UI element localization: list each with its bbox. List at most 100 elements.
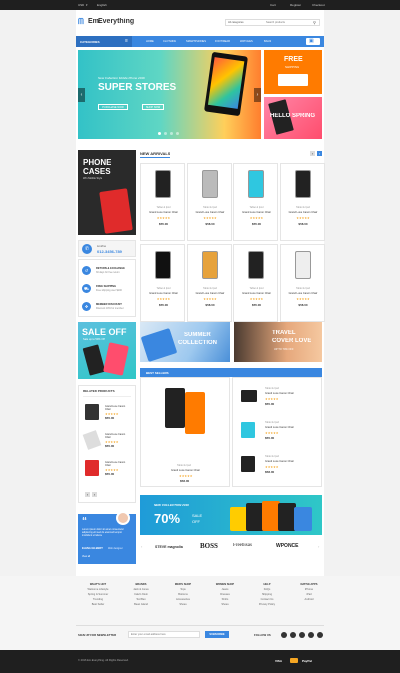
googleplus-icon[interactable] [299,632,305,638]
brand-logo[interactable]: BOSS [200,542,218,550]
travel-title2: COVER LOVE [272,338,312,344]
instagram-icon[interactable] [317,632,323,638]
footer-link[interactable]: Shoes [205,602,245,607]
facebook-icon[interactable] [281,632,287,638]
footer-column: HELP FAQs Shipping Contact Us Privacy Policy [247,582,287,607]
footer-link[interactable]: Shoes [163,602,203,607]
product-category: Tablet & Ipod [203,206,217,209]
brand-logo[interactable]: WPONCE [276,543,299,549]
phone-cases-banner[interactable]: PHONE CASES Win Mobile Style [78,150,136,235]
product-name[interactable]: Grand Luxe Canon Chair [105,461,131,467]
brands-prev-arrow[interactable]: ‹ [141,544,142,549]
shop-now-button[interactable]: SHOP NOW [142,104,164,110]
gift-icon: ❖ [82,302,91,311]
product-name[interactable]: Grand Luxe Canon Chair [188,292,233,295]
top-link-checkout[interactable]: Checkout [312,3,325,7]
product-name[interactable]: Grand Luxe Canon Chair [188,211,233,214]
product-card[interactable]: Tablet & Ipod Grand Luxe Canon Chair ★★★★★… [186,244,233,322]
related-item[interactable]: Grand Luxe Canon Chair ★★★★★ $55.00 [83,458,133,484]
product-name[interactable]: Grand Luxe Canon Chair [234,211,279,214]
footer-link[interactable]: Privacy Policy [247,602,287,607]
product-name[interactable]: Grand Luxe Canon Chair [281,292,326,295]
product-name[interactable]: Grand Luxe Canon Chair [265,392,294,395]
nav-item-footwear[interactable]: FOOTWEAR [215,40,230,43]
best-seller-featured[interactable]: Tablet & Ipod Grand Luxe Canon Chair ★★★… [140,377,230,487]
product-price: $55.00 [105,444,115,448]
best-seller-item[interactable]: Tablet & Ipod Grand Luxe Canon Chair ★★★… [237,452,321,478]
search-input[interactable] [266,20,310,25]
product-name[interactable]: Grand Luxe Canon Chair [171,469,200,472]
newsletter-email-input[interactable] [128,631,200,638]
product-card[interactable]: Tablet & Ipod Grand Luxe Canon Chair ★★★★★… [279,163,326,241]
nav-item-watches[interactable]: WATCHES [240,40,253,43]
category-select[interactable]: All categories [228,21,244,24]
nav-item-smartphones[interactable]: SMARTPHONES [186,40,206,43]
best-seller-item[interactable]: Tablet & Ipod Grand Luxe Canon Chair ★★★… [237,418,321,444]
product-name[interactable]: Grand Luxe Canon Chair [265,426,294,429]
collection-percent: 70% [154,511,181,526]
nav-item-clothing[interactable]: CLOTHING [163,40,176,43]
product-image [165,388,185,428]
product-image [294,251,311,279]
product-name[interactable]: Grand Luxe Canon Chair [265,460,294,463]
slider-next-arrow[interactable]: › [254,88,261,102]
footer-link[interactable]: Bean Island [121,602,161,607]
footer-link[interactable]: Best Seller [78,602,118,607]
related-prev-arrow[interactable]: ‹ [85,492,90,497]
hero-slider[interactable]: New Collection Mobile Phone 2016 SUPER S… [78,50,261,139]
brands-next-arrow[interactable]: › [318,544,319,549]
summer-collection-banner[interactable]: SUMMER COLLECTION [140,322,230,362]
purchase-now-button[interactable]: PURCHASE NOW [98,104,128,110]
brand-logo[interactable]: STEVE magnolia [155,545,183,549]
free-shipping-banner[interactable]: FREE SHIPPING [264,50,322,94]
product-card[interactable]: Tablet & Ipod Grand Luxe Canon Chair ★★★★★… [279,244,326,322]
product-name[interactable]: Grand Luxe Canon Chair [281,211,326,214]
pinterest-icon[interactable] [308,632,314,638]
testimonial-link[interactable]: View all [82,555,90,558]
best-seller-item[interactable]: Tablet & Ipod Grand Luxe Canon Chair ★★★… [237,384,321,410]
nav-item-home[interactable]: HOME [146,40,154,43]
footer-link[interactable]: Android [289,597,329,602]
mastercard-icon [290,658,298,663]
subscribe-button[interactable]: SUBSCRIBE [205,631,229,638]
product-image [241,456,255,472]
product-card[interactable]: Tablet & Ipod Grand Luxe Canon Chair ★★★★★… [140,244,185,322]
hello-spring-banner[interactable]: HELLO SPRING [264,97,322,139]
slider-dots[interactable] [158,132,182,135]
travel-banner[interactable]: TRAVEL COVER LOVE UP TO 70% OFF [234,322,322,362]
collection-banner[interactable]: NEW COLLECTION 2016 70% SALE OFF [140,495,322,535]
search-icon[interactable]: ⚲ [313,20,316,25]
language-select[interactable]: English [97,3,107,7]
product-name[interactable]: Grand Luxe Canon Chair [141,211,186,214]
service-sub: Discount 10% for member [96,307,124,310]
rating-stars: ★★★★★ [296,216,310,220]
currency-select[interactable]: USD [78,3,84,7]
related-next-arrow[interactable]: › [92,492,97,497]
product-name[interactable]: Grand Luxe Canon Chair [105,433,131,439]
logo[interactable]: ᗰ Em. Everything [78,17,138,29]
search-bar: All categories ⚲ [225,19,320,26]
product-name[interactable]: Grand Luxe Canon Chair [105,405,131,411]
product-card[interactable]: Tablet & Ipod Grand Luxe Canon Chair ★★★★★… [233,244,278,322]
nav-item-bags[interactable]: BAGS [264,40,271,43]
arrivals-prev-arrow[interactable]: ‹ [310,151,315,156]
related-item[interactable]: Grand Luxe Canon Chair ★★★★★ $55.00 [82,430,133,456]
arrivals-next-arrow[interactable]: › [317,151,322,156]
slider-prev-arrow[interactable]: ‹ [78,88,85,102]
top-link-cart[interactable]: Cart [270,3,276,7]
twitter-icon[interactable] [290,632,296,638]
sale-off-banner[interactable]: SALE OFF Sale up to 50% Off [78,322,136,379]
product-name[interactable]: Grand Luxe Canon Chair [234,292,279,295]
categories-toggle[interactable]: CATEGORIES ≡ [76,36,132,47]
related-item[interactable]: Grand Luxe Canon Chair ★★★★★ $55.00 [83,402,133,428]
product-card[interactable]: Tablet & Ipod Grand Luxe Canon Chair ★★★★★… [233,163,278,241]
product-card[interactable]: Tablet & Ipod Grand Luxe Canon Chair ★★★★★… [140,163,185,241]
brand-logo[interactable]: Freebisas [233,543,252,548]
product-card[interactable]: Tablet & Ipod Grand Luxe Canon Chair ★★★★★… [186,163,233,241]
testimonial-role: Web designer [108,547,123,550]
product-name[interactable]: Grand Luxe Canon Chair [141,292,186,295]
collection-off: OFF [192,519,200,524]
top-link-register[interactable]: Register [290,3,301,7]
product-price: $55.00 [105,416,115,420]
cart-button[interactable]: ▣ [306,38,320,45]
